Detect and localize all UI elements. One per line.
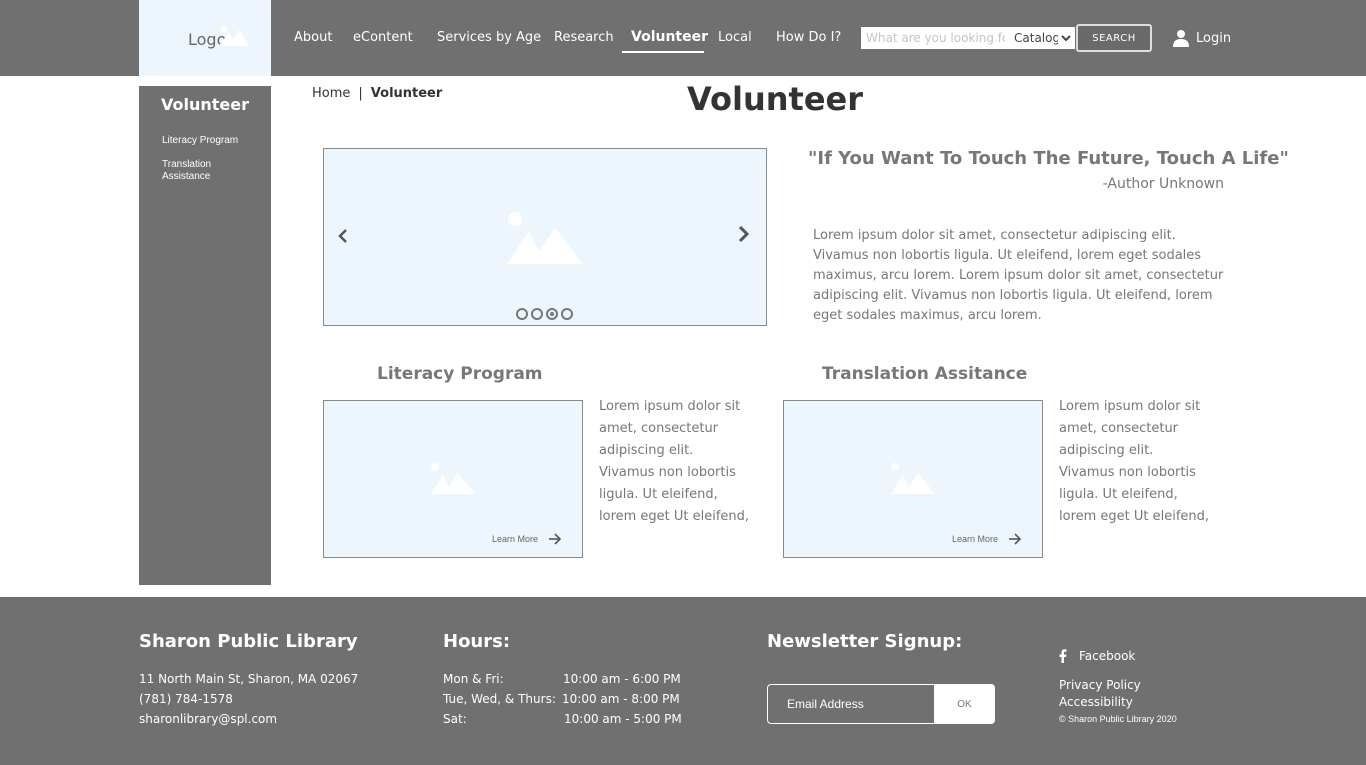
nav-about[interactable]: About [294, 30, 332, 45]
card-title-translation-assistance: Translation Assitance [822, 364, 1028, 384]
card-text-translation-assistance: Lorem ipsum dolor sit amet, consectetur … [1059, 399, 1210, 524]
logo-image-icon [219, 25, 249, 46]
footer-newsletter-title: Newsletter Signup: [767, 631, 963, 652]
image-placeholder-icon [431, 463, 475, 494]
copyright-text: © Sharon Public Library 2020 [1059, 714, 1177, 724]
privacy-policy-link[interactable]: Privacy Policy [1059, 678, 1141, 692]
footer-address: 11 North Main St, Sharon, MA 02067 [139, 672, 359, 686]
sidebar-title: Volunteer [161, 95, 250, 114]
login-label: Login [1196, 30, 1232, 46]
accessibility-link[interactable]: Accessibility [1059, 695, 1133, 709]
quote-author: -Author Unknown [1102, 176, 1224, 192]
hours-time: 10:00 am - 6:00 PM [563, 672, 681, 686]
search-button[interactable]: SEARCH [1076, 24, 1152, 52]
hours-days: Mon & Fri: [443, 672, 504, 686]
image-placeholder-icon [507, 212, 583, 264]
learn-more-link[interactable]: Learn More [952, 533, 1022, 545]
newsletter-ok-button[interactable]: OK [934, 684, 995, 724]
facebook-icon [1059, 649, 1067, 663]
nav-econtent[interactable]: eContent [353, 30, 413, 45]
logo[interactable]: Logo [139, 0, 271, 76]
nav-services-by-age[interactable]: Services by Age [437, 30, 541, 45]
carousel-dot-3[interactable] [546, 308, 558, 320]
newsletter-email-input[interactable] [767, 684, 935, 724]
chevron-left-icon[interactable] [336, 227, 350, 245]
footer-phone[interactable]: (781) 784-1578 [139, 692, 233, 706]
sidebar: Volunteer Literacy Program Translation A… [139, 86, 271, 585]
user-icon [1173, 30, 1189, 47]
catalog-select[interactable]: Catalog [1009, 27, 1075, 49]
arrow-right-icon [1009, 533, 1022, 545]
chevron-right-icon[interactable] [736, 224, 752, 244]
hours-time: 10:00 am - 8:00 PM [562, 692, 680, 706]
site-header: Logo About eContent Services by Age Rese… [0, 0, 1366, 76]
breadcrumb-separator: | [358, 86, 363, 101]
nav-how-do-i[interactable]: How Do I? [776, 30, 841, 45]
learn-more-label: Learn More [492, 534, 539, 544]
hours-days: Tue, Wed, & Thurs: [443, 692, 556, 706]
nav-volunteer[interactable]: Volunteer [631, 29, 708, 45]
login-button[interactable]: Login [1172, 28, 1231, 48]
nav-local[interactable]: Local [718, 30, 752, 45]
sidebar-item-translation-assistance[interactable]: Translation Assistance [162, 159, 232, 183]
page-title: Volunteer [686, 80, 863, 118]
site-footer: Sharon Public Library 11 North Main St, … [0, 597, 1366, 765]
card-image-translation-assistance[interactable]: Learn More [783, 400, 1043, 558]
search-input[interactable] [861, 27, 1010, 49]
facebook-label: Facebook [1079, 649, 1136, 663]
sidebar-item-literacy-program[interactable]: Literacy Program [162, 135, 252, 147]
carousel-dot-2[interactable] [531, 308, 543, 320]
footer-library-name: Sharon Public Library [139, 631, 358, 652]
nav-active-indicator [622, 51, 704, 53]
breadcrumb-home[interactable]: Home [312, 86, 350, 101]
hours-days: Sat: [443, 712, 467, 726]
nav-research[interactable]: Research [554, 30, 614, 45]
image-carousel [323, 148, 767, 326]
quote-text: "If You Want To Touch The Future, Touch … [808, 148, 1289, 169]
hours-time: 10:00 am - 5:00 PM [564, 712, 682, 726]
card-title-literacy-program: Literacy Program [377, 364, 543, 384]
footer-email[interactable]: sharonlibrary@spl.com [139, 712, 277, 726]
card-image-literacy-program[interactable]: Learn More [323, 400, 583, 558]
carousel-dot-4[interactable] [561, 308, 573, 320]
breadcrumb-current: Volunteer [370, 86, 443, 101]
breadcrumb: Home | Volunteer [312, 86, 442, 101]
card-text-literacy-program: Lorem ipsum dolor sit amet, consectetur … [599, 399, 750, 524]
image-placeholder-icon [891, 463, 935, 494]
intro-paragraph: Lorem ipsum dolor sit amet, consectetur … [813, 228, 1224, 323]
learn-more-label: Learn More [952, 534, 999, 544]
carousel-dot-1[interactable] [516, 308, 528, 320]
arrow-right-icon [549, 533, 562, 545]
learn-more-link[interactable]: Learn More [492, 533, 562, 545]
facebook-link[interactable]: Facebook [1059, 649, 1135, 663]
footer-hours-title: Hours: [443, 631, 511, 652]
